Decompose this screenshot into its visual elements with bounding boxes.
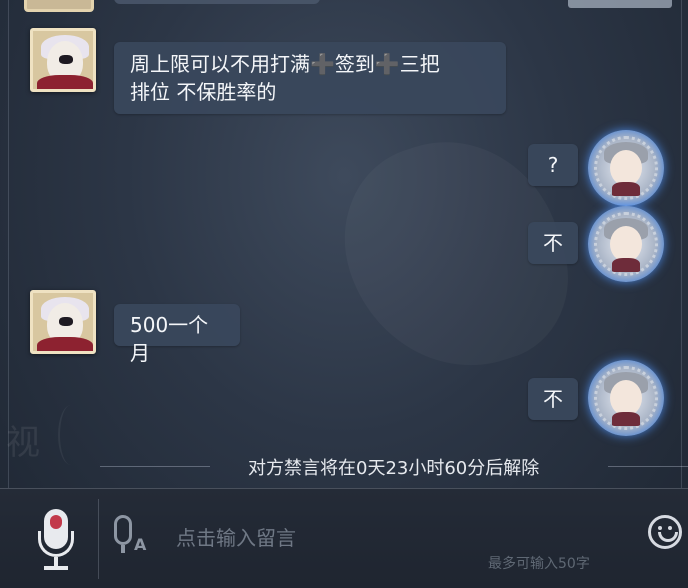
input-divider <box>98 499 99 579</box>
avatar-face <box>610 226 642 262</box>
avatar-face <box>610 150 642 186</box>
message-text: 不 <box>543 387 563 411</box>
system-notice: 对方禁言将在0天23小时60分后解除 <box>100 452 688 480</box>
notice-divider-left <box>100 466 210 467</box>
char-limit-hint: 最多可输入50字 <box>488 556 590 572</box>
avatar-self[interactable] <box>588 206 664 282</box>
message-bubble-self[interactable]: 不 <box>528 378 578 420</box>
avatar-clipped <box>24 0 94 12</box>
message-text: ? <box>547 153 559 177</box>
microphone-icon[interactable] <box>36 509 76 573</box>
message-input[interactable] <box>176 523 536 553</box>
message-bubble-other[interactable]: 周上限可以不用打满➕签到➕三把 排位 不保胜率的 <box>114 42 506 114</box>
avatar-clothing <box>612 258 640 272</box>
avatar-clothing <box>37 75 93 89</box>
leaf-decoration <box>58 405 84 465</box>
message-text: 500一个月 <box>130 313 209 365</box>
avatar-eyepatch <box>59 317 73 326</box>
voice-to-text-icon[interactable]: A <box>108 515 148 559</box>
message-bubble-other[interactable]: 500一个月 <box>114 304 240 365</box>
mic-arc <box>38 531 74 557</box>
avatar-eyepatch <box>59 55 73 64</box>
avatar-clothing <box>612 182 640 196</box>
message-bubble-self[interactable]: ? <box>528 144 578 186</box>
mic-base <box>44 566 68 570</box>
input-bar: A 最多可输入50字 <box>0 488 688 588</box>
message-bubble-self[interactable]: 不 <box>528 222 578 264</box>
avatar-self[interactable] <box>588 130 664 206</box>
message-text: 周上限可以不用打满➕签到➕三把 <box>130 52 440 76</box>
avatar-clothing <box>37 337 93 351</box>
avatar-clothing <box>612 412 640 426</box>
vt-mic-shape <box>114 515 132 545</box>
avatar-other-user[interactable] <box>30 28 96 92</box>
emoji-smile-icon[interactable] <box>648 515 682 549</box>
vt-mic-stem <box>121 545 125 553</box>
clipped-previous-messages <box>0 0 688 14</box>
message-bubble-clipped <box>114 0 320 4</box>
vt-letter: A <box>134 535 147 554</box>
avatar-self[interactable] <box>588 360 664 436</box>
message-bubble-clipped-right <box>568 0 672 8</box>
background-watermark: 视 <box>6 423 40 463</box>
notice-divider-right <box>608 466 688 467</box>
message-text: 不 <box>543 231 563 255</box>
message-text: 排位 不保胜率的 <box>130 80 277 104</box>
avatar-face <box>610 380 642 416</box>
mute-notice-text: 对方禁言将在0天23小时60分后解除 <box>248 458 540 479</box>
avatar-other-user[interactable] <box>30 290 96 354</box>
